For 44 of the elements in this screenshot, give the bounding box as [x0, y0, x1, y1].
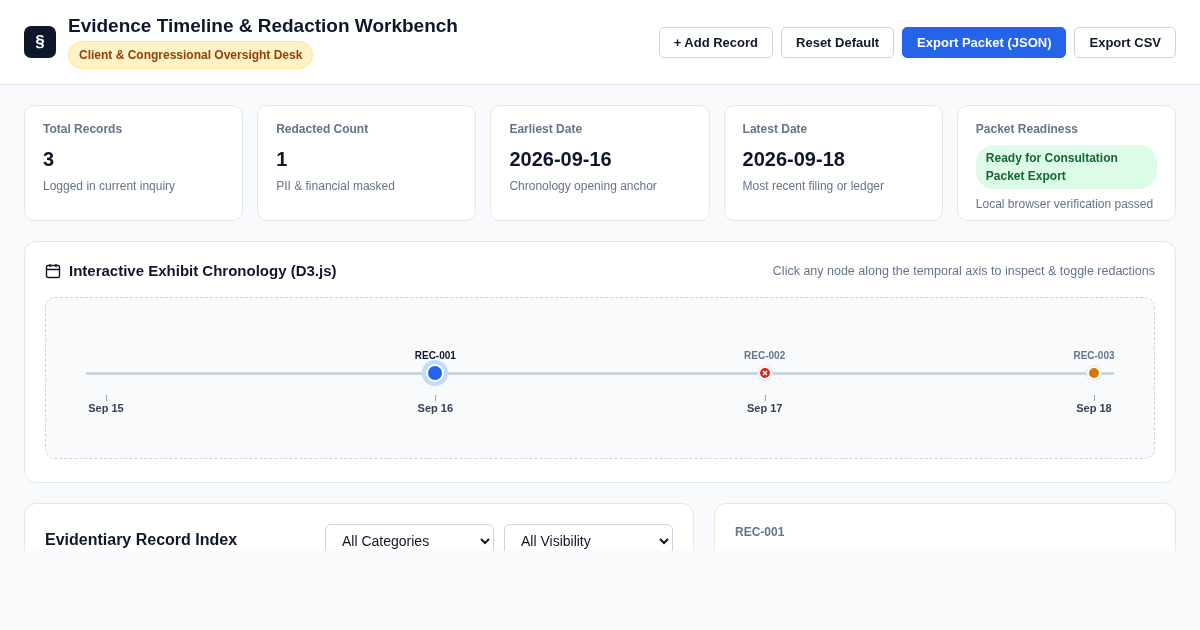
- node-label: REC-003: [1073, 350, 1115, 361]
- node-label: REC-001: [414, 350, 456, 361]
- desk-badge: Client & Congressional Oversight Desk: [68, 41, 314, 69]
- stat-value: 1: [276, 148, 288, 171]
- stat-value: 2026-09-16: [509, 148, 612, 171]
- toolbar-button[interactable]: Reset Default: [781, 26, 895, 58]
- calendar-icon: [45, 262, 61, 279]
- tick-mark: [435, 395, 437, 401]
- timeline-node[interactable]: [426, 364, 445, 382]
- stat-note: Local browser verification passed: [975, 197, 1154, 211]
- filter-select[interactable]: All Categories: [325, 524, 494, 551]
- tick-label: Sep 15: [88, 402, 124, 414]
- tick-label: Sep 18: [1076, 402, 1112, 414]
- index-title: Evidentiary Record Index: [45, 531, 238, 549]
- toolbar-button[interactable]: Export CSV: [1074, 26, 1176, 58]
- stat-value: 3: [43, 148, 55, 171]
- panel-title: Interactive Exhibit Chronology (D3.js): [69, 262, 337, 279]
- stat-note: Chronology opening anchor: [509, 179, 657, 193]
- tick-label: Sep 17: [746, 402, 783, 414]
- stat-note: Logged in current inquiry: [43, 179, 176, 193]
- stat-label: Earliest Date: [509, 122, 583, 136]
- stat-label: Packet Readiness: [975, 122, 1078, 136]
- tick-mark: [764, 395, 766, 401]
- app-logo: §: [24, 26, 56, 58]
- timeline-node[interactable]: [1087, 366, 1101, 380]
- app-title: Evidence Timeline & Redaction Workbench: [68, 15, 458, 37]
- status-pill: Ready for Consultation Packet Export: [975, 145, 1157, 189]
- stat-value: 2026-09-18: [742, 148, 845, 171]
- tick-mark: [106, 395, 107, 401]
- primary-button[interactable]: Export Packet (JSON): [902, 26, 1067, 58]
- timeline-node[interactable]: [757, 366, 772, 380]
- tick-mark: [1094, 395, 1095, 401]
- tick-label: Sep 16: [417, 402, 454, 414]
- record-id: REC-001: [735, 525, 786, 539]
- stat-note: PII & financial masked: [276, 179, 395, 193]
- node-label: REC-002: [744, 350, 786, 361]
- filter-select[interactable]: All Visibility: [504, 524, 673, 551]
- stat-label: Latest Date: [742, 122, 808, 136]
- cross-icon: [761, 370, 768, 376]
- stat-label: Redacted Count: [276, 122, 369, 136]
- toolbar-button[interactable]: + Add Record: [658, 26, 774, 58]
- stat-label: Total Records: [43, 122, 123, 136]
- panel-hint: Click any node along the temporal axis to inspect & toggle redactions: [772, 263, 1155, 278]
- stat-note: Most recent filing or ledger: [742, 179, 884, 193]
